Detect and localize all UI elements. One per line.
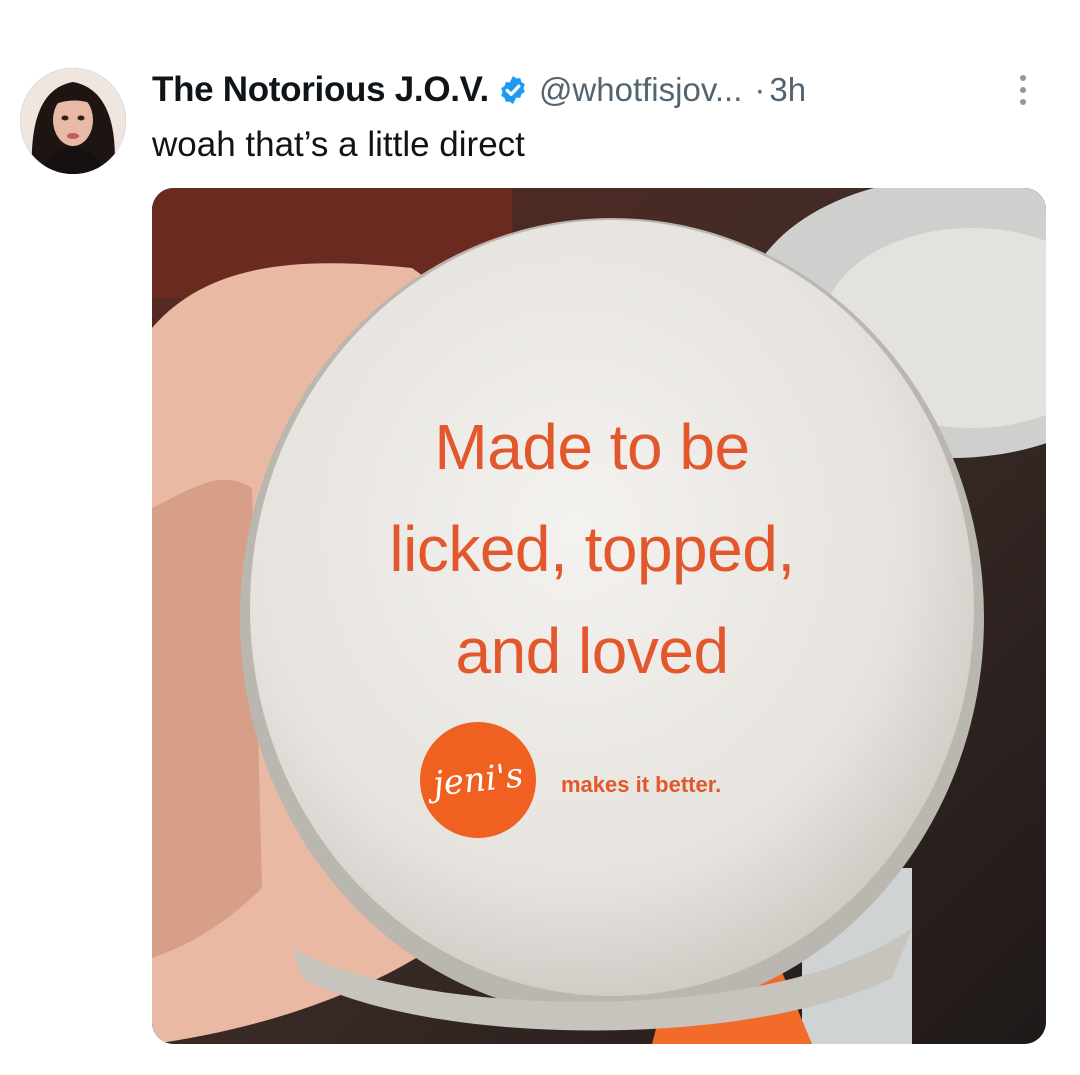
jenis-logo-text: jeni's bbox=[431, 755, 525, 805]
lid-tagline: makes it better. bbox=[561, 772, 722, 797]
verified-badge-icon bbox=[497, 74, 529, 106]
tweet-header: The Notorious J.O.V. @whotfisjov... · 3h bbox=[152, 64, 806, 116]
lid-line-1: Made to be bbox=[434, 411, 750, 483]
tweet-text: woah that’s a little direct bbox=[152, 125, 525, 164]
lid-line-3: and loved bbox=[455, 615, 729, 687]
lid-line-2: licked, topped, bbox=[389, 513, 795, 585]
separator-dot: · bbox=[754, 71, 766, 108]
jenis-logo: jeni's bbox=[420, 722, 536, 838]
user-handle[interactable]: @whotfisjov... bbox=[539, 71, 742, 109]
tweet-media-photo[interactable]: Made to be licked, topped, and loved jen… bbox=[152, 188, 1046, 1044]
more-options-icon[interactable] bbox=[1008, 70, 1038, 110]
avatar[interactable] bbox=[20, 68, 126, 174]
timestamp[interactable]: 3h bbox=[769, 71, 806, 109]
tweet: The Notorious J.O.V. @whotfisjov... · 3h… bbox=[0, 0, 1080, 1075]
display-name[interactable]: The Notorious J.O.V. bbox=[152, 70, 489, 110]
lid-printed-text: Made to be licked, topped, and loved bbox=[312, 396, 872, 702]
